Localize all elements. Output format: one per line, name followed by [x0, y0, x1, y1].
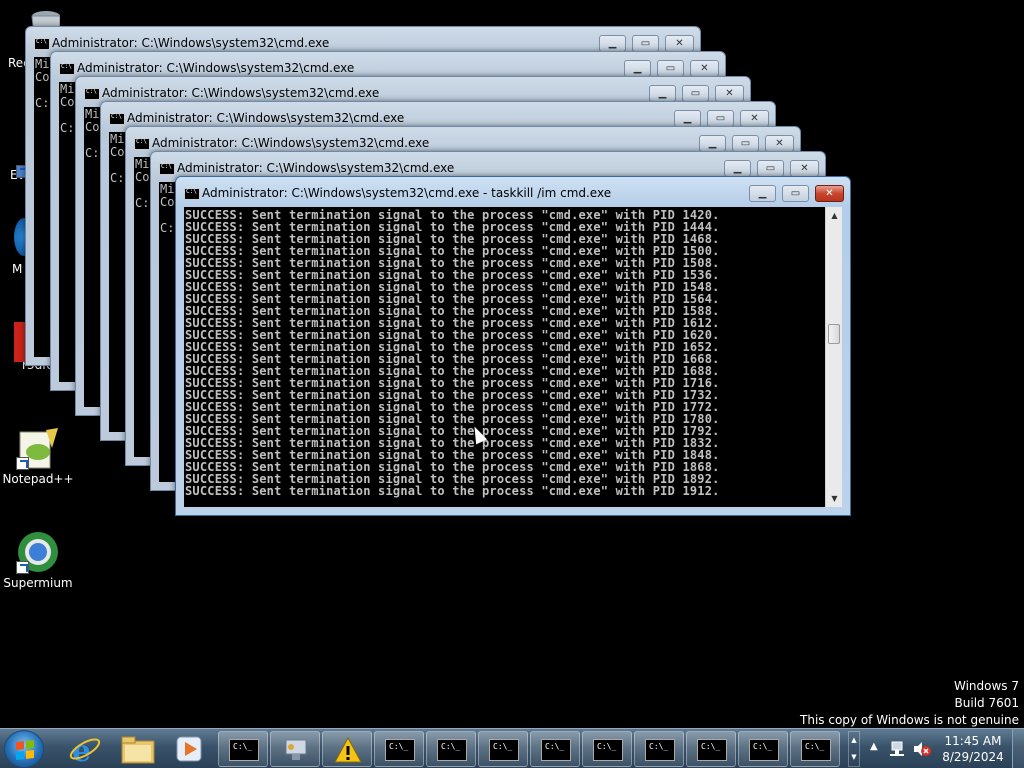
notepadpp-icon [16, 426, 60, 470]
minimize-button[interactable]: ▁ [599, 35, 626, 52]
minimize-button[interactable]: ▁ [624, 60, 651, 77]
taskbar-cmd-button[interactable] [582, 731, 632, 767]
desktop-icon-supermium[interactable]: Supermium [0, 530, 76, 590]
cmd-icon [34, 38, 50, 50]
network-tool-icon [285, 739, 307, 760]
cmd-icon [437, 739, 467, 761]
network-status-icon[interactable] [890, 740, 906, 758]
scroll-down-arrow-icon[interactable]: ▼ [826, 490, 843, 507]
cmd-icon [697, 739, 727, 761]
close-button[interactable]: ✕ [665, 35, 694, 52]
maximize-button[interactable]: ▭ [732, 135, 759, 152]
window-title: Administrator: C:\Windows\system32\cmd.e… [177, 161, 455, 175]
desktop-icon-notepadpp[interactable]: Notepad++ [0, 426, 76, 486]
minimize-button[interactable]: ▁ [699, 135, 726, 152]
taskbar: e ▲▼ ▲ 11:45 AM 8/29/2024 [0, 728, 1024, 768]
shortcut-arrow-icon [16, 457, 29, 470]
clock-time: 11:45 AM [944, 734, 1002, 748]
taskbar-network-tool-button[interactable] [270, 731, 320, 767]
console-line: SUCCESS: Sent termination signal to the … [185, 484, 720, 498]
console-text: Mi Co C: [35, 57, 50, 110]
console-text: Mi Co C: [85, 107, 100, 160]
taskbar-cmd-button[interactable] [686, 731, 736, 767]
close-button[interactable]: ✕ [765, 135, 794, 152]
system-clock[interactable]: 11:45 AM 8/29/2024 [938, 733, 1008, 765]
taskbar-cmd-button[interactable] [738, 731, 788, 767]
close-button[interactable]: ✕ [790, 160, 819, 177]
internet-explorer-icon[interactable]: e [68, 733, 102, 768]
watermark-build: Build 7601 [954, 696, 1019, 710]
cmd-window-active[interactable]: Administrator: C:\Windows\system32\cmd.e… [175, 176, 851, 516]
explorer-folder-icon[interactable] [120, 733, 155, 765]
minimize-button[interactable]: ▁ [674, 110, 701, 127]
cmd-icon [84, 88, 100, 100]
console-text: Mi Co C: [135, 157, 150, 210]
cmd-icon [109, 113, 125, 125]
maximize-button[interactable]: ▭ [682, 85, 709, 102]
close-button[interactable]: ✕ [715, 85, 744, 102]
cmd-icon [593, 739, 623, 761]
console-area[interactable]: SUCCESS: Sent termination signal to the … [184, 207, 830, 507]
warning-icon [334, 737, 362, 763]
desktop-icon-label: Notepad++ [2, 472, 74, 486]
console-text: Mi Co C: [110, 132, 125, 185]
scroll-thumb[interactable] [828, 324, 840, 344]
minimize-button[interactable]: ▁ [649, 85, 676, 102]
taskbar-warning-button[interactable] [322, 731, 372, 767]
cmd-icon [184, 188, 200, 200]
minimize-button[interactable]: ▁ [749, 185, 776, 202]
speaker-muted-icon[interactable] [912, 741, 932, 757]
clock-date: 8/29/2024 [942, 750, 1004, 764]
cmd-icon [134, 138, 150, 150]
taskbar-cmd-button[interactable] [374, 731, 424, 767]
maximize-button[interactable]: ▭ [707, 110, 734, 127]
console-output: SUCCESS: Sent termination signal to the … [185, 209, 720, 497]
close-button[interactable]: ✕ [690, 60, 719, 77]
window-title: Administrator: C:\Windows\system32\cmd.e… [77, 61, 355, 75]
taskbar-cmd-button[interactable] [218, 731, 268, 767]
taskbar-cmd-button[interactable] [426, 731, 476, 767]
watermark-os: Windows 7 [953, 679, 1019, 693]
minimize-button[interactable]: ▁ [724, 160, 751, 177]
show-hidden-icons-button[interactable]: ▲ [870, 741, 878, 752]
maximize-button[interactable]: ▭ [632, 35, 659, 52]
cmd-icon [541, 739, 571, 761]
start-button[interactable] [4, 730, 44, 768]
taskbar-scroll-buttons[interactable]: ▲ ▼ [848, 731, 860, 767]
cmd-icon [159, 163, 175, 175]
window-title: Administrator: C:\Windows\system32\cmd.e… [202, 186, 612, 200]
close-button[interactable]: ✕ [815, 185, 844, 202]
show-desktop-button[interactable] [1012, 729, 1024, 768]
window-title: Administrator: C:\Windows\system32\cmd.e… [52, 36, 330, 50]
shortcut-arrow-icon [16, 561, 29, 574]
window-title: Administrator: C:\Windows\system32\cmd.e… [152, 136, 430, 150]
cmd-icon [59, 63, 75, 75]
taskbar-cmd-button[interactable] [634, 731, 684, 767]
windows-watermark: Windows 7 Build 7601 This copy of Window… [800, 678, 1019, 729]
cmd-icon [229, 739, 259, 761]
maximize-button[interactable]: ▭ [657, 60, 684, 77]
cmd-icon [385, 739, 415, 761]
cmd-icon [489, 739, 519, 761]
taskbar-cmd-button[interactable] [478, 731, 528, 767]
console-text: Mi Co C: [60, 82, 75, 135]
taskbar-cmd-button[interactable] [530, 731, 580, 767]
scroll-up-arrow-icon[interactable]: ▲ [826, 207, 843, 224]
maximize-button[interactable]: ▭ [757, 160, 784, 177]
maximize-button[interactable]: ▭ [782, 185, 809, 202]
windows-logo-icon [16, 740, 34, 760]
media-player-icon[interactable] [172, 733, 206, 765]
window-title: Administrator: C:\Windows\system32\cmd.e… [102, 86, 380, 100]
cmd-icon [645, 739, 675, 761]
supermium-icon [16, 530, 60, 574]
taskbar-cmd-button[interactable] [790, 731, 840, 767]
window-title: Administrator: C:\Windows\system32\cmd.e… [127, 111, 405, 125]
close-button[interactable]: ✕ [740, 110, 769, 127]
desktop-icon-label: Supermium [3, 576, 73, 590]
console-text: Mi Co C: [160, 182, 175, 235]
cmd-icon [749, 739, 779, 761]
cmd-icon [801, 739, 831, 761]
watermark-genuine-notice: This copy of Windows is not genuine [800, 713, 1019, 727]
vertical-scrollbar[interactable]: ▲ ▼ [825, 207, 842, 507]
